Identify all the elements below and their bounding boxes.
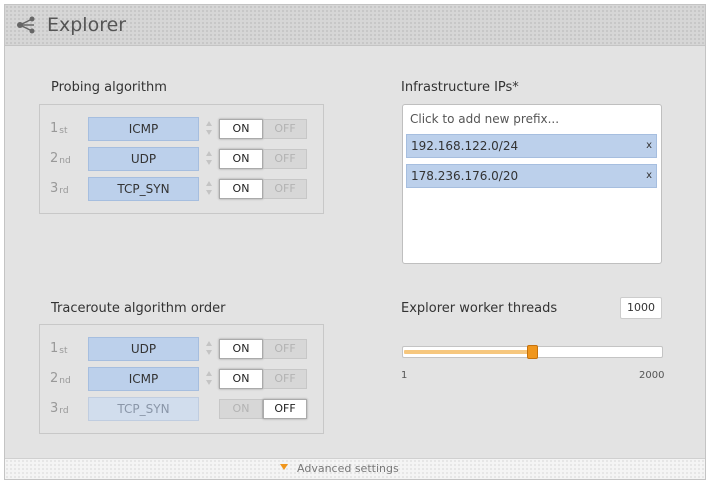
- sort-handle-icon[interactable]: [205, 179, 213, 197]
- worker-threads-title: Explorer worker threads: [401, 301, 558, 316]
- algorithm-chip[interactable]: ICMP: [88, 117, 199, 141]
- algorithm-chip[interactable]: UDP: [88, 337, 199, 361]
- algorithm-chip[interactable]: TCP_SYN: [88, 397, 199, 421]
- toggle-off[interactable]: OFF: [263, 179, 307, 199]
- slider-fill: [404, 350, 532, 354]
- slider-min-label: 1: [401, 370, 408, 381]
- toggle-on[interactable]: ON: [219, 369, 263, 389]
- remove-tag-button[interactable]: x: [646, 165, 652, 187]
- toggle-off[interactable]: OFF: [263, 339, 307, 359]
- ordinal-label: 3rd: [50, 181, 69, 196]
- share-icon: [17, 16, 35, 34]
- ordinal-label: 2nd: [50, 371, 71, 386]
- advanced-settings-label: Advanced settings: [297, 462, 399, 475]
- on-off-toggle[interactable]: ON OFF: [219, 369, 309, 389]
- prefix-tag-label: 178.236.176.0/20: [411, 169, 519, 183]
- on-off-toggle[interactable]: ON OFF: [219, 399, 309, 419]
- sort-handle-icon[interactable]: [205, 119, 213, 137]
- sort-handle-icon[interactable]: [205, 149, 213, 167]
- algorithm-chip[interactable]: UDP: [88, 147, 199, 171]
- worker-threads-input[interactable]: 1000: [620, 297, 662, 319]
- toggle-on[interactable]: ON: [219, 149, 263, 169]
- toggle-on[interactable]: ON: [219, 179, 263, 199]
- toggle-on[interactable]: ON: [219, 119, 263, 139]
- ordinal-label: 2nd: [50, 151, 71, 166]
- probing-algorithm-title: Probing algorithm: [51, 80, 167, 95]
- prefix-tag: 178.236.176.0/20 x: [406, 164, 657, 188]
- slider-handle[interactable]: [527, 345, 538, 359]
- on-off-toggle[interactable]: ON OFF: [219, 339, 309, 359]
- ordinal-label: 3rd: [50, 401, 69, 416]
- page-title: Explorer: [47, 14, 127, 36]
- prefix-tag-label: 192.168.122.0/24: [411, 139, 519, 153]
- toggle-off[interactable]: OFF: [263, 369, 307, 389]
- infrastructure-ips-title: Infrastructure IPs*: [401, 80, 519, 95]
- traceroute-algorithm-title: Traceroute algorithm order: [51, 301, 226, 316]
- expand-arrow-icon: [280, 464, 288, 470]
- traceroute-algorithm-box: 1st UDP ON OFF 2nd ICMP ON OFF 3rd TCP_S…: [39, 324, 324, 434]
- on-off-toggle[interactable]: ON OFF: [219, 149, 309, 169]
- add-prefix-placeholder[interactable]: Click to add new prefix...: [410, 112, 559, 126]
- worker-threads-slider[interactable]: [402, 345, 663, 359]
- slider-max-label: 2000: [639, 370, 665, 381]
- panel-header: Explorer: [5, 5, 705, 46]
- advanced-settings-toggle[interactable]: Advanced settings: [280, 462, 399, 475]
- sort-handle-icon[interactable]: [205, 369, 213, 387]
- sort-handle-icon[interactable]: [205, 339, 213, 357]
- toggle-on[interactable]: ON: [219, 339, 263, 359]
- on-off-toggle[interactable]: ON OFF: [219, 179, 309, 199]
- advanced-settings-bar[interactable]: Advanced settings: [5, 458, 705, 479]
- probing-algorithm-box: 1st ICMP ON OFF 2nd UDP ON OFF 3rd TCP_S…: [39, 104, 324, 214]
- prefix-tag: 192.168.122.0/24 x: [406, 134, 657, 158]
- explorer-panel: Explorer Probing algorithm 1st ICMP ON O…: [4, 4, 706, 480]
- remove-tag-button[interactable]: x: [646, 135, 652, 157]
- toggle-off[interactable]: OFF: [263, 119, 307, 139]
- prefix-input-box[interactable]: Click to add new prefix... 192.168.122.0…: [402, 104, 662, 264]
- ordinal-label: 1st: [50, 121, 68, 136]
- ordinal-label: 1st: [50, 341, 68, 356]
- toggle-off[interactable]: OFF: [263, 149, 307, 169]
- algorithm-chip[interactable]: ICMP: [88, 367, 199, 391]
- on-off-toggle[interactable]: ON OFF: [219, 119, 309, 139]
- toggle-off[interactable]: OFF: [263, 399, 307, 419]
- toggle-on[interactable]: ON: [219, 399, 263, 419]
- algorithm-chip[interactable]: TCP_SYN: [88, 177, 199, 201]
